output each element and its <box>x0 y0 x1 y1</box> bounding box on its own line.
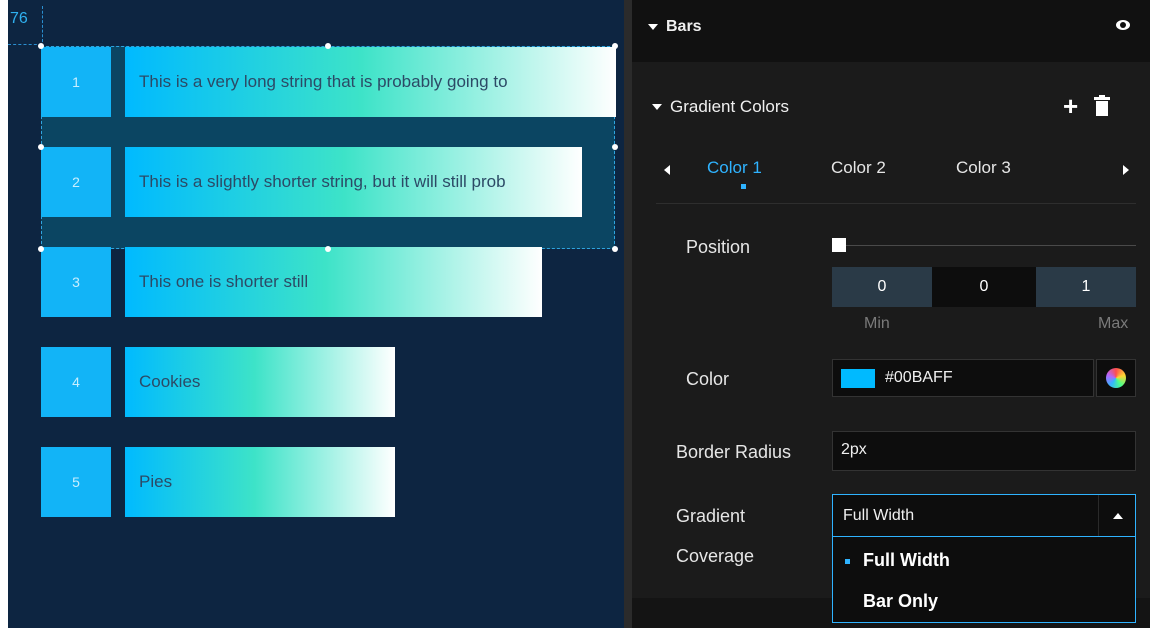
bar-fill: This one is shorter still <box>125 247 542 317</box>
tab-color-1[interactable]: Color 1 <box>707 158 762 178</box>
plus-icon[interactable]: + <box>1063 93 1078 119</box>
resize-handle-left[interactable] <box>38 144 44 150</box>
caret-down-icon <box>648 24 658 30</box>
color-input[interactable]: #00BAFF <box>832 359 1094 397</box>
bar-label: Cookies <box>139 372 201 391</box>
gradient-colors-header[interactable]: Gradient Colors <box>652 97 789 117</box>
chevron-left-icon[interactable] <box>664 165 670 175</box>
bar-fill: This is a very long string that is proba… <box>125 47 616 117</box>
border-radius-input[interactable]: 2px <box>832 431 1136 471</box>
border-radius-label: Border Radius <box>676 442 792 462</box>
active-tab-indicator <box>741 184 746 189</box>
min-label: Min <box>864 315 890 332</box>
preview-canvas: 76 1 This is a very long string that is p… <box>8 0 624 628</box>
bar-label: Pies <box>139 472 173 491</box>
resize-handle-top-right[interactable] <box>612 43 618 49</box>
color-picker-button[interactable] <box>1096 359 1136 397</box>
bar-index: 2 <box>41 147 111 217</box>
resize-handle-bottom-right[interactable] <box>612 246 618 252</box>
gradient-coverage-select[interactable]: Full Width <box>832 494 1136 537</box>
position-slider-track[interactable] <box>832 245 1136 246</box>
resize-handle-bottom-left[interactable] <box>38 246 44 252</box>
eye-icon[interactable] <box>1116 20 1130 30</box>
position-input-max[interactable]: 1 <box>1036 267 1136 307</box>
resize-handle-top[interactable] <box>325 43 331 49</box>
color-wheel-icon <box>1106 368 1126 388</box>
trash-icon[interactable] <box>1094 95 1110 117</box>
position-input-value[interactable]: 0 <box>932 267 1036 307</box>
position-label: Position <box>686 237 751 257</box>
max-label: Max <box>1098 315 1129 332</box>
option-full-width[interactable]: Full Width <box>863 550 950 571</box>
bar-fill: Cookies <box>125 347 395 417</box>
bar-index: 5 <box>41 447 111 517</box>
resize-handle-bottom[interactable] <box>325 246 331 252</box>
bar-label: This is a very long string that is proba… <box>139 72 508 91</box>
bar-label: This is a slightly shorter string, but i… <box>139 172 506 191</box>
gradient-coverage-dropdown: Full Width Bar Only <box>832 537 1136 623</box>
ruler-guide-vertical <box>42 6 43 42</box>
select-toggle[interactable] <box>1098 495 1137 536</box>
bar-fill: This is a slightly shorter string, but i… <box>125 147 582 217</box>
tabs-divider <box>656 203 1136 204</box>
ruler-coordinate: 76 <box>10 10 28 27</box>
panel-splitter[interactable] <box>624 0 632 628</box>
bars-title: Bars <box>666 18 702 35</box>
caret-up-icon <box>1113 513 1123 519</box>
color-swatch[interactable] <box>841 369 875 388</box>
position-input-min[interactable]: 0 <box>832 267 932 307</box>
bars-title-wrap: Bars <box>648 18 702 36</box>
caret-down-icon <box>652 104 662 110</box>
color-label: Color <box>686 369 730 389</box>
selected-option-indicator <box>845 559 850 564</box>
option-bar-only[interactable]: Bar Only <box>863 591 938 612</box>
resize-handle-top-left[interactable] <box>38 43 44 49</box>
bars-section-header[interactable]: Bars <box>632 0 1150 62</box>
ruler-guide-horizontal <box>8 44 42 45</box>
gradient-coverage-label-line1: Gradient <box>676 506 746 526</box>
tab-color-2[interactable]: Color 2 <box>831 158 886 178</box>
properties-panel: Bars Gradient Colors + Color 1 Color 2 C… <box>632 0 1150 628</box>
bar-index: 3 <box>41 247 111 317</box>
bar-label: This one is shorter still <box>139 272 309 291</box>
position-slider-handle[interactable] <box>832 238 846 252</box>
tab-color-3[interactable]: Color 3 <box>956 158 1011 178</box>
gradient-coverage-selected: Full Width <box>843 507 915 524</box>
chevron-right-icon[interactable] <box>1123 165 1129 175</box>
bar-index: 1 <box>41 47 111 117</box>
gradient-colors-title: Gradient Colors <box>670 97 790 116</box>
bar-index: 4 <box>41 347 111 417</box>
gradient-coverage-label-line2: Coverage <box>676 546 755 566</box>
resize-handle-right[interactable] <box>612 144 618 150</box>
bar-fill: Pies <box>125 447 395 517</box>
color-hex-value: #00BAFF <box>885 369 953 386</box>
